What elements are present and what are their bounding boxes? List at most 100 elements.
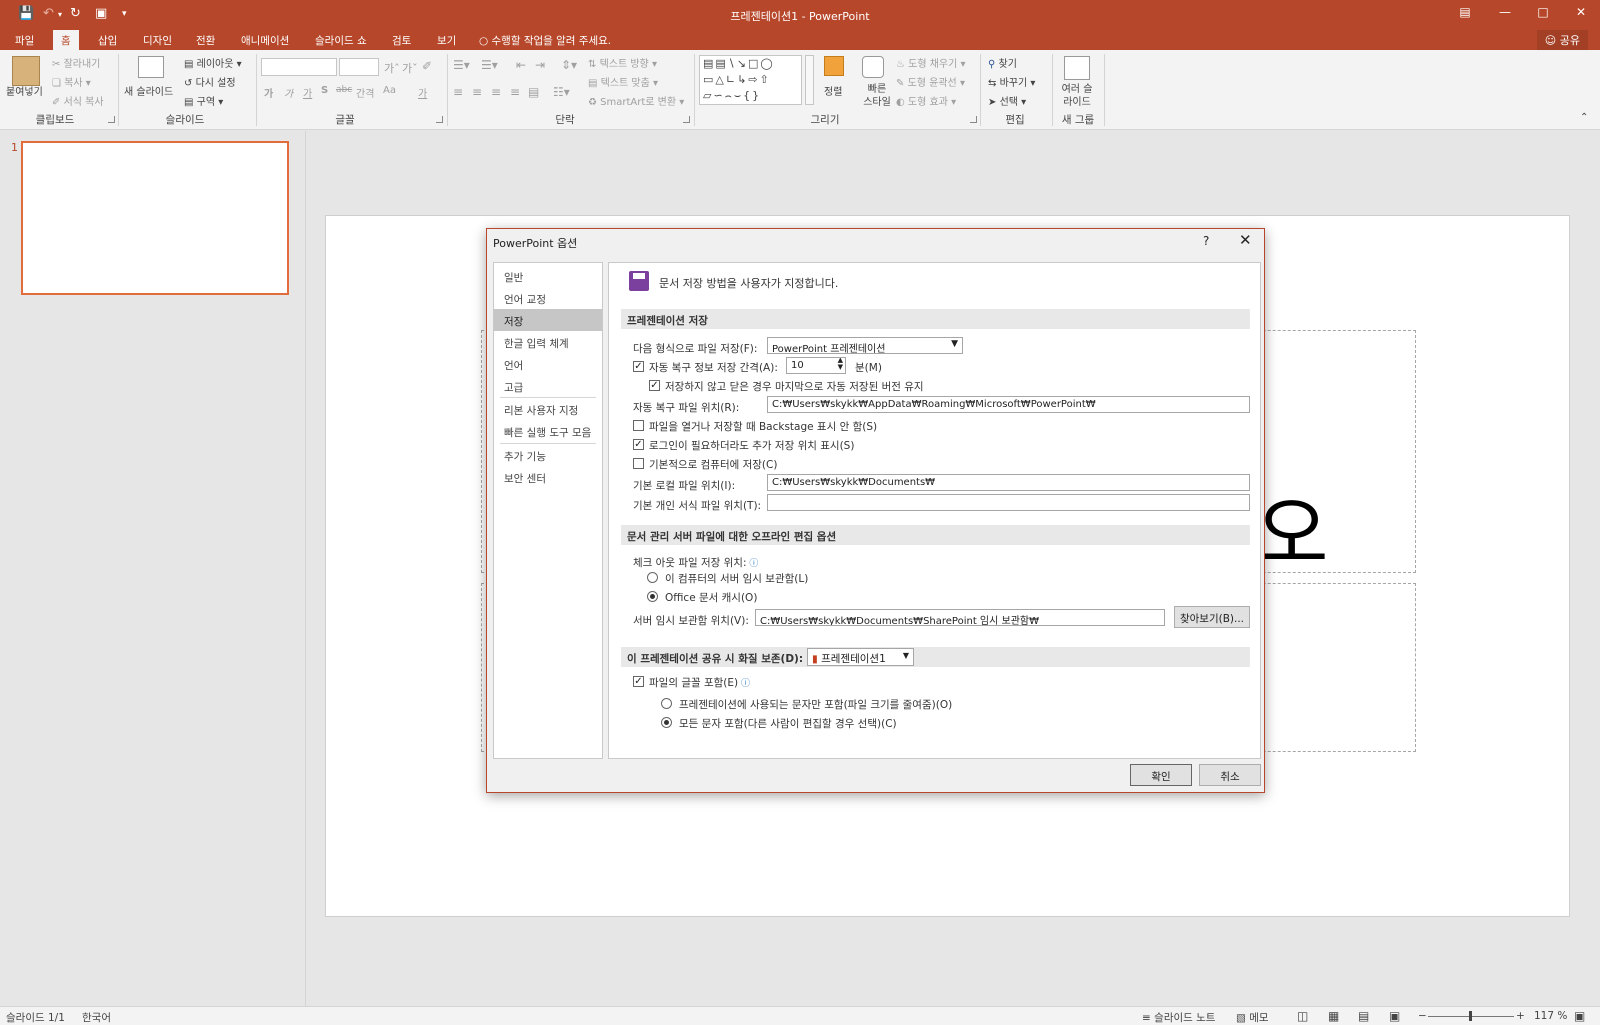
- shapes-scroll[interactable]: [805, 55, 814, 105]
- nav-korean-input[interactable]: 한글 입력 체계: [494, 331, 602, 353]
- presentation-select[interactable]: ▮ 프레젠테이션1 ▼: [807, 648, 914, 666]
- ribbon-display-icon[interactable]: ▤: [1450, 5, 1480, 19]
- embed-fonts-checkbox[interactable]: ✓: [633, 676, 644, 687]
- clipboard-launcher-icon[interactable]: [108, 116, 115, 123]
- browse-button[interactable]: 찾아보기(B)...: [1174, 606, 1250, 628]
- layout-button[interactable]: ▤ 레이아웃 ▾: [184, 55, 242, 70]
- bullets-icon[interactable]: ☰▾: [453, 58, 470, 72]
- close-icon[interactable]: ✕: [1239, 231, 1252, 249]
- font-size-input[interactable]: [339, 58, 379, 76]
- select-button[interactable]: ➤ 선택 ▾: [988, 93, 1026, 108]
- tell-me-box[interactable]: ○ 수행할 작업을 알려 주세요.: [479, 33, 611, 48]
- embed-all-chars-radio[interactable]: [661, 717, 672, 728]
- nav-save[interactable]: 저장: [494, 309, 602, 331]
- tab-animations[interactable]: 애니메이션: [241, 33, 289, 48]
- cancel-button[interactable]: 취소: [1199, 764, 1261, 786]
- nav-general[interactable]: 일반: [494, 265, 602, 287]
- align-left-icon[interactable]: ≡: [453, 85, 463, 99]
- tab-slideshow[interactable]: 슬라이드 쇼: [315, 33, 367, 48]
- find-button[interactable]: ⚲ 찾기: [988, 55, 1017, 70]
- reset-button[interactable]: ↺ 다시 설정: [184, 74, 236, 89]
- tab-insert[interactable]: 삽입: [98, 33, 117, 48]
- zoom-in-icon[interactable]: +: [1516, 1010, 1525, 1022]
- multi-slide-icon[interactable]: [1064, 56, 1090, 80]
- cut-button[interactable]: ✂ 잘라내기: [52, 55, 100, 70]
- drawing-launcher-icon[interactable]: [970, 116, 977, 123]
- font-launcher-icon[interactable]: [436, 116, 443, 123]
- autorecover-minutes-input[interactable]: 10 ▲ ▼: [786, 357, 846, 374]
- collapse-ribbon-icon[interactable]: ⌃: [1580, 112, 1588, 123]
- nav-addins[interactable]: 추가 기능: [494, 444, 602, 466]
- shape-fill-button[interactable]: ♨ 도형 채우기 ▾: [896, 55, 966, 70]
- distribute-icon[interactable]: ▤: [528, 85, 539, 99]
- notes-button[interactable]: ≡ 슬라이드 노트: [1142, 1010, 1215, 1025]
- spinner-icon[interactable]: ▲ ▼: [838, 358, 843, 371]
- font-color-button[interactable]: 가: [418, 85, 427, 100]
- nav-customize-ribbon[interactable]: 리본 사용자 지정: [494, 398, 602, 420]
- shapes-gallery[interactable]: ▤▤∖↘□◯ ▭△∟↳⇨⇧ ▱∽⌢⌣{}: [699, 55, 802, 105]
- smartart-button[interactable]: ♻ SmartArt로 변환 ▾: [588, 93, 684, 108]
- share-button[interactable]: ☺ 공유: [1536, 30, 1588, 50]
- nav-language[interactable]: 언어: [494, 353, 602, 375]
- increase-indent-icon[interactable]: ⇥: [535, 58, 545, 72]
- slideshow-view-icon[interactable]: ▣: [1389, 1009, 1400, 1023]
- arrange-icon[interactable]: [824, 56, 844, 76]
- minimize-icon[interactable]: —: [1490, 5, 1520, 19]
- autorecover-checkbox[interactable]: ✓: [633, 361, 644, 372]
- bold-button[interactable]: 가: [264, 85, 273, 100]
- tab-view[interactable]: 보기: [437, 33, 456, 48]
- nav-trust-center[interactable]: 보안 센터: [494, 466, 602, 488]
- columns-icon[interactable]: ☷▾: [553, 85, 570, 99]
- zoom-out-icon[interactable]: −: [1418, 1010, 1427, 1022]
- slide-thumbnail[interactable]: [21, 141, 289, 295]
- paste-label[interactable]: 붙여넣기: [6, 83, 43, 98]
- quick-styles-icon[interactable]: [862, 56, 884, 78]
- maximize-icon[interactable]: □: [1528, 5, 1558, 19]
- clear-format-icon[interactable]: ✐: [422, 59, 432, 73]
- help-icon[interactable]: ?: [1203, 234, 1209, 248]
- format-painter-button[interactable]: ✐ 서식 복사: [52, 93, 104, 108]
- comments-button[interactable]: ▧ 메모: [1236, 1010, 1269, 1025]
- keep-last-checkbox[interactable]: ✓: [649, 380, 660, 391]
- replace-button[interactable]: ⇆ 바꾸기 ▾: [988, 74, 1035, 89]
- office-cache-radio[interactable]: [647, 591, 658, 602]
- personal-templates-input[interactable]: [767, 494, 1250, 511]
- paste-icon[interactable]: [12, 56, 40, 86]
- tab-review[interactable]: 검토: [392, 33, 411, 48]
- nav-advanced[interactable]: 고급: [494, 375, 602, 397]
- slide-sorter-icon[interactable]: ▦: [1328, 1009, 1339, 1023]
- copy-button[interactable]: ❏ 복사 ▾: [52, 74, 91, 89]
- strikethrough-button[interactable]: abc: [336, 85, 352, 95]
- underline-button[interactable]: 가: [303, 85, 312, 100]
- paragraph-launcher-icon[interactable]: [683, 116, 690, 123]
- quick-styles-label[interactable]: 빠른 스타일: [862, 83, 892, 109]
- align-center-icon[interactable]: ≡: [472, 85, 482, 99]
- change-case-button[interactable]: Aa: [383, 85, 396, 96]
- server-drafts-radio[interactable]: [647, 572, 658, 583]
- align-right-icon[interactable]: ≡: [491, 85, 501, 99]
- shape-outline-button[interactable]: ✎ 도형 윤곽선 ▾: [896, 74, 965, 89]
- normal-view-icon[interactable]: ◫: [1297, 1009, 1308, 1023]
- numbering-icon[interactable]: ☰▾: [481, 58, 498, 72]
- new-slide-icon[interactable]: [138, 56, 164, 78]
- font-grow-icon[interactable]: 가ˆ: [384, 60, 400, 76]
- embed-used-chars-radio[interactable]: [661, 698, 672, 709]
- section-button[interactable]: ▤ 구역 ▾: [184, 93, 223, 108]
- shape-effects-button[interactable]: ◐ 도형 효과 ▾: [896, 93, 956, 108]
- default-local-input[interactable]: C:₩Users₩skykk₩Documents₩: [767, 474, 1250, 491]
- reading-view-icon[interactable]: ▤: [1358, 1009, 1369, 1023]
- shadow-button[interactable]: S: [321, 85, 328, 96]
- autorecover-location-input[interactable]: C:₩Users₩skykk₩AppData₩Roaming₩Microsoft…: [767, 396, 1250, 413]
- italic-button[interactable]: 가: [284, 85, 293, 100]
- tab-home[interactable]: 홈: [53, 30, 79, 50]
- decrease-indent-icon[interactable]: ⇤: [516, 58, 526, 72]
- server-drafts-location-input[interactable]: C:₩Users₩skykk₩Documents₩SharePoint 임시 보…: [755, 609, 1165, 626]
- save-format-select[interactable]: PowerPoint 프레젠테이션 ▼: [767, 337, 963, 354]
- justify-icon[interactable]: ≡: [510, 85, 520, 99]
- text-direction-button[interactable]: ⇅ 텍스트 방향 ▾: [588, 55, 657, 70]
- line-spacing-icon[interactable]: ⇕▾: [561, 58, 577, 72]
- tab-file[interactable]: 파일: [15, 33, 34, 48]
- tab-transitions[interactable]: 전환: [196, 33, 215, 48]
- no-backstage-checkbox[interactable]: [633, 420, 644, 431]
- arrange-label[interactable]: 정렬: [824, 83, 842, 98]
